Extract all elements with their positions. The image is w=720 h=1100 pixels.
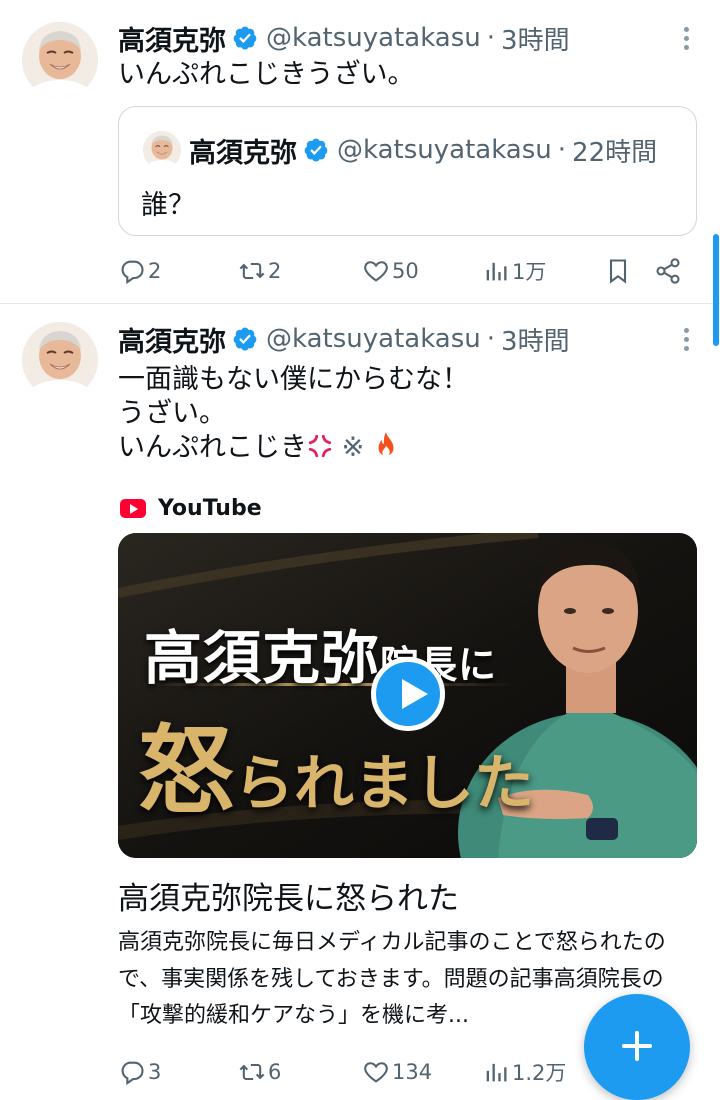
tweet-text-line: 一面識もない僕にからむな！ <box>118 364 469 395</box>
thumbnail-title-line2: 怒られました <box>138 693 534 832</box>
handle[interactable]: @katsuyatakasu <box>266 324 481 354</box>
bookmark-icon <box>609 259 627 284</box>
retweet-button[interactable]: 2 <box>238 251 281 291</box>
play-icon[interactable] <box>371 657 445 731</box>
quoted-tweet-header: 高須克弥 @katsuyatakasu · 22時間 <box>189 129 657 171</box>
fire-emoji-icon <box>378 432 394 457</box>
display-name[interactable]: 高須克弥 <box>118 19 226 58</box>
thumbnail-title-big: 怒 <box>138 714 234 827</box>
tweet[interactable]: 高須克弥 @katsuyatakasu · 3時間 いんぷれこじきうざい。 高須… <box>0 0 720 304</box>
heart-icon <box>364 261 388 282</box>
views-count: 1万 <box>512 260 547 284</box>
tweet-text: 一面識もない僕にからむな！ うざい。 いんぷれこじき ※ <box>118 363 700 465</box>
tweet-header: 高須克弥 @katsuyatakasu · 3時間 <box>118 319 700 359</box>
quoted-tweet[interactable]: 高須克弥 @katsuyatakasu · 22時間 誰？ <box>118 106 697 236</box>
tweet-text-line: うざい。 <box>118 398 226 429</box>
views-button[interactable]: 1万 <box>482 251 546 291</box>
handle: @katsuyatakasu <box>337 135 552 165</box>
retweet-count: 2 <box>268 259 282 283</box>
retweet-icon <box>239 262 265 280</box>
thumbnail-title-main: 高須克弥 <box>144 624 381 692</box>
share-icon <box>656 258 680 284</box>
views-button[interactable]: 1.2万 <box>482 1052 566 1092</box>
bookmark-button[interactable] <box>604 251 632 291</box>
display-name[interactable]: 高須克弥 <box>118 320 226 359</box>
tweet-header: 高須克弥 @katsuyatakasu · 3時間 <box>118 18 700 58</box>
scrollbar-thumb[interactable] <box>713 234 719 346</box>
tweet-text: いんぷれこじきうざい。 <box>118 59 415 90</box>
timestamp: 22時間 <box>572 137 658 168</box>
views-count: 1.2万 <box>512 1061 567 1085</box>
tweet-text-segment: いんぷれこじき <box>118 432 307 463</box>
like-count: 50 <box>392 259 419 283</box>
avatar[interactable] <box>22 322 98 398</box>
timestamp[interactable]: 3時間 <box>501 321 570 358</box>
reply-button[interactable]: 2 <box>118 251 161 291</box>
reply-button[interactable]: 3 <box>118 1052 161 1092</box>
tweet-text-line: いんぷれこじき ※ <box>118 431 700 465</box>
more-options-icon[interactable] <box>672 325 700 353</box>
timestamp[interactable]: 3時間 <box>501 20 570 57</box>
like-button[interactable]: 134 <box>362 1052 432 1092</box>
heart-icon <box>364 1062 388 1083</box>
tweet[interactable]: 高須克弥 @katsuyatakasu · 3時間 一面識もない僕にからむな！ … <box>0 305 720 1100</box>
youtube-logo-icon <box>120 498 146 518</box>
like-count: 134 <box>392 1060 433 1084</box>
reply-icon <box>121 1061 144 1086</box>
verified-badge-icon <box>232 326 258 352</box>
verified-badge-icon <box>303 137 329 163</box>
display-name: 高須克弥 <box>189 137 297 169</box>
thumbnail-title-rest: られました <box>234 749 534 819</box>
thumbnail-title-line1: 高須克弥院長に <box>144 611 497 695</box>
share-button[interactable] <box>654 251 682 291</box>
anger-emoji-icon <box>308 434 332 458</box>
like-button[interactable]: 50 <box>362 251 419 291</box>
reference-mark-emoji-icon: ※ <box>341 432 365 463</box>
more-options-icon[interactable] <box>672 24 700 52</box>
separator: · <box>486 324 496 354</box>
separator: · <box>486 23 496 53</box>
action-bar: 2 2 50 1万 <box>118 251 690 291</box>
views-icon <box>486 1063 507 1082</box>
video-thumbnail[interactable]: 高須克弥院長に 怒られました <box>118 533 697 858</box>
reply-icon <box>121 260 144 285</box>
reply-count: 2 <box>148 259 162 283</box>
avatar <box>143 131 181 169</box>
views-icon <box>486 262 507 281</box>
quoted-tweet-text: 誰？ <box>141 190 195 221</box>
link-source-label: YouTube <box>158 495 262 521</box>
retweet-icon <box>239 1063 265 1081</box>
compose-button[interactable] <box>584 994 690 1100</box>
retweet-button[interactable]: 6 <box>238 1052 281 1092</box>
verified-badge-icon <box>232 25 258 51</box>
link-source: YouTube <box>120 490 262 526</box>
handle[interactable]: @katsuyatakasu <box>266 23 481 53</box>
retweet-count: 6 <box>268 1060 282 1084</box>
separator: · <box>557 135 567 165</box>
card-title[interactable]: 高須克弥院長に怒られた <box>118 873 459 918</box>
avatar[interactable] <box>22 22 98 98</box>
reply-count: 3 <box>148 1060 162 1084</box>
